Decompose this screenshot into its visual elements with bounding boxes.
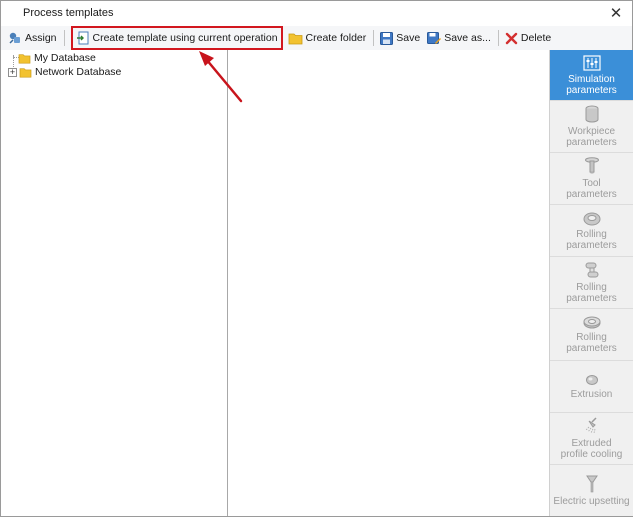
- save-label: Save: [396, 32, 421, 44]
- save-as-button[interactable]: Save as...: [424, 28, 494, 48]
- parameters-sidebar: Simulation parameters Workpiece paramete…: [549, 50, 633, 516]
- title-bar: Process templates ✕: [1, 1, 632, 25]
- sidebar-label: Rolling: [576, 332, 607, 343]
- sidebar-item-extrusion[interactable]: Extrusion: [550, 361, 633, 413]
- toolbar-separator: [63, 30, 65, 46]
- delete-button[interactable]: Delete: [502, 28, 554, 48]
- rolling-disk-icon: [583, 316, 600, 329]
- rolling-rollers-icon: [585, 262, 598, 278]
- create-template-button[interactable]: Create template using current operation: [70, 26, 283, 50]
- sidebar-label: Workpiece: [567, 126, 616, 137]
- folder-icon: [288, 33, 302, 44]
- sidebar-item-tool-parameters[interactable]: Tool parameters: [550, 153, 633, 205]
- template-details-pane: [229, 50, 549, 516]
- sidebar-label: Extrusion: [570, 388, 613, 400]
- toolbar: Assign Create template using current ope…: [1, 26, 632, 50]
- sidebar-label: parameters: [566, 137, 617, 148]
- sidebar-label: parameters: [566, 189, 617, 200]
- shower-cooling-icon: [585, 417, 597, 434]
- extrusion-icon: [585, 374, 598, 385]
- assign-icon: [9, 32, 20, 44]
- save-as-icon: [427, 32, 442, 44]
- sidebar-item-simulation-parameters[interactable]: Simulation parameters: [550, 50, 633, 101]
- window-title: Process templates: [23, 7, 114, 19]
- tree-item-label: My Database: [34, 52, 96, 64]
- close-icon[interactable]: ✕: [606, 3, 626, 23]
- sidebar-label: Electric upsetting: [553, 495, 630, 507]
- save-icon: [380, 31, 394, 45]
- sidebar-item-rolling-parameters-2[interactable]: Rolling parameters: [550, 257, 633, 309]
- delete-label: Delete: [520, 32, 552, 44]
- sidebar-item-electric-upsetting[interactable]: Electric upsetting: [550, 465, 633, 516]
- toolbar-separator: [373, 30, 375, 46]
- sidebar-label: Rolling: [576, 229, 607, 240]
- expand-plus-icon[interactable]: +: [8, 67, 17, 77]
- save-button[interactable]: Save: [377, 28, 423, 48]
- sidebar-label: profile cooling: [560, 449, 623, 460]
- workpiece-cylinder-icon: [585, 105, 598, 123]
- sidebar-label: Simulation: [568, 73, 615, 85]
- sidebar-item-extruded-profile-cooling[interactable]: Extruded profile cooling: [550, 413, 633, 465]
- sidebar-item-workpiece-parameters[interactable]: Workpiece parameters: [550, 101, 633, 153]
- template-tree[interactable]: My Database + Network Database: [2, 50, 228, 516]
- sidebar-label: parameters: [566, 84, 617, 96]
- electric-upsetting-icon: [585, 475, 598, 492]
- tree-item-label: Network Database: [35, 66, 122, 78]
- sidebar-label: parameters: [566, 343, 617, 354]
- toolbar-separator: [497, 30, 499, 46]
- sidebar-label: parameters: [566, 240, 617, 251]
- tool-punch-icon: [584, 157, 599, 174]
- folder-icon: [18, 53, 31, 63]
- create-template-icon: [76, 31, 89, 45]
- create-folder-label: Create folder: [305, 32, 367, 44]
- rolling-ring-icon: [583, 212, 600, 226]
- sidebar-item-rolling-parameters-3[interactable]: Rolling parameters: [550, 309, 633, 361]
- simulation-parameters-icon: [582, 54, 601, 71]
- assign-button[interactable]: Assign: [5, 28, 60, 48]
- process-templates-window: Process templates ✕ Assign Create templa…: [0, 0, 633, 517]
- create-folder-button[interactable]: Create folder: [285, 28, 370, 48]
- sidebar-label: parameters: [566, 293, 617, 304]
- assign-label: Assign: [25, 32, 57, 44]
- tree-item-network-database[interactable]: + Network Database: [2, 65, 121, 79]
- create-template-label: Create template using current operation: [92, 32, 278, 44]
- sidebar-label: Rolling: [576, 282, 607, 293]
- sidebar-item-rolling-parameters-1[interactable]: Rolling parameters: [550, 205, 633, 257]
- sidebar-label: Extruded: [571, 438, 612, 449]
- delete-x-icon: [505, 32, 518, 44]
- sidebar-label: Tool: [582, 178, 601, 189]
- tree-item-my-database[interactable]: My Database: [18, 51, 96, 65]
- folder-icon: [19, 67, 32, 77]
- save-as-label: Save as...: [444, 32, 491, 44]
